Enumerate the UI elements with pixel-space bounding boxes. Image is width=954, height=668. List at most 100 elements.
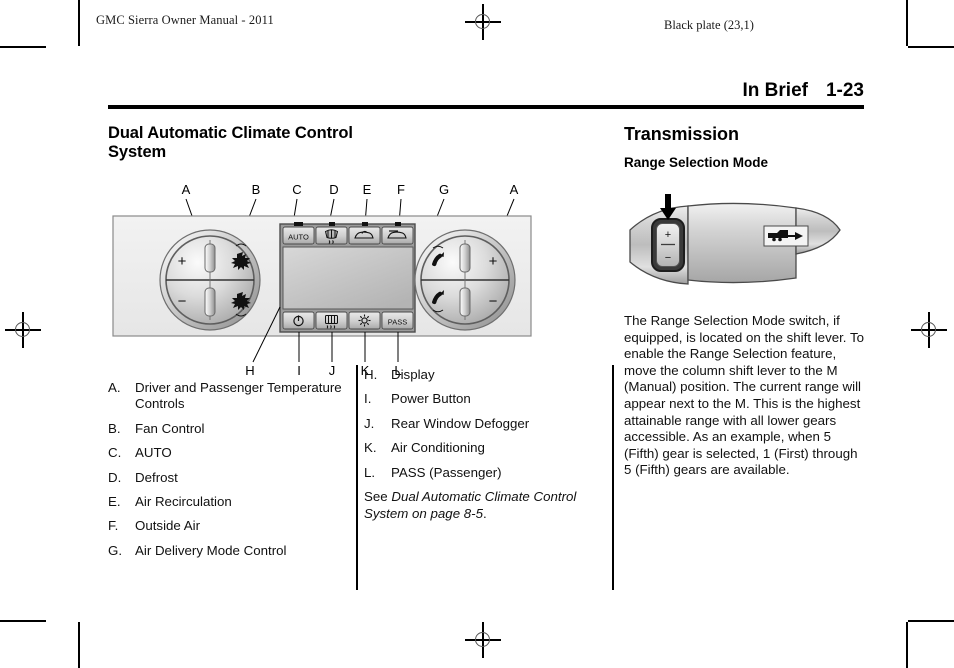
list-item: G. Air Delivery Mode Control xyxy=(108,543,358,559)
svg-text:J: J xyxy=(329,363,336,378)
callout-letters-top: A B C D E F G A xyxy=(182,182,519,197)
legend-letter: J. xyxy=(364,415,375,431)
legend-letter: K. xyxy=(364,440,377,456)
legend-text: Rear Window Defogger xyxy=(391,415,530,431)
crop-mark-bottom-right-vertical xyxy=(906,622,908,668)
list-item: H. Display xyxy=(364,367,614,383)
svg-text:A: A xyxy=(182,182,191,197)
list-item: A. Driver and Passenger Temperature Cont… xyxy=(108,380,358,413)
air-conditioning-button xyxy=(348,311,381,330)
legend-letter: C. xyxy=(108,445,122,461)
page-number: 1-23 xyxy=(825,80,864,101)
crop-mark-top-left-vertical xyxy=(78,0,80,46)
range-selection-switch: + − xyxy=(651,218,685,272)
header-rule xyxy=(108,105,864,109)
power-button xyxy=(282,311,315,330)
registration-mark-bottom xyxy=(465,622,501,658)
climate-control-figure: A B C D E F G A + − AUTO PASS + − H I J … xyxy=(110,180,534,380)
driver-temperature-knob: + − xyxy=(159,229,261,331)
list-item: L. PASS (Passenger) xyxy=(364,465,614,481)
svg-text:A: A xyxy=(510,182,519,197)
list-item: B. Fan Control xyxy=(108,421,358,437)
legend-text: Display xyxy=(391,367,435,382)
legend-letter: F. xyxy=(108,518,119,534)
legend-text: Defrost xyxy=(135,469,178,485)
switch-plus-mark: + xyxy=(665,229,671,241)
climate-legend-right: H. Display I. Power Button J. Rear Windo… xyxy=(364,367,614,481)
shift-lever-figure: + − xyxy=(624,182,864,307)
registration-mark-top xyxy=(465,4,501,40)
crop-mark-bottom-left-horizontal xyxy=(0,620,46,622)
black-plate-note: Black plate (23,1) xyxy=(664,18,754,32)
cross-reference: See Dual Automatic Climate Control Syste… xyxy=(364,489,614,522)
shift-lever-illustration: + − xyxy=(629,194,841,285)
see-target: Dual Automatic Climate Control System on… xyxy=(364,489,577,521)
legend-letter: B. xyxy=(108,420,121,436)
registration-mark-left xyxy=(5,312,41,348)
rear-window-defogger-button xyxy=(315,311,348,330)
svg-text:H: H xyxy=(245,363,254,378)
svg-text:−: − xyxy=(489,293,498,310)
list-item: J. Rear Window Defogger xyxy=(364,416,614,432)
page-header: In Brief 1-23 xyxy=(108,80,864,102)
list-item: C. AUTO xyxy=(108,445,358,461)
page-canvas: GMC Sierra Owner Manual - 2011 Black pla… xyxy=(0,0,954,668)
switch-minus-mark: − xyxy=(665,252,671,264)
left-column: Dual Automatic Climate Control System A … xyxy=(108,124,532,567)
legend-text: Driver and Passenger Temperature Control… xyxy=(135,380,342,412)
svg-text:+: + xyxy=(178,253,187,270)
legend-letter: A. xyxy=(108,380,121,395)
crop-mark-top-left-horizontal xyxy=(0,46,46,48)
list-item: F. Outside Air xyxy=(108,518,358,534)
legend-text: Air Delivery Mode Control xyxy=(135,542,287,558)
svg-text:G: G xyxy=(439,182,449,197)
svg-text:PASS: PASS xyxy=(388,318,407,327)
list-item: I. Power Button xyxy=(364,391,614,407)
crop-mark-bottom-right-horizontal xyxy=(908,620,954,622)
legend-letter: E. xyxy=(108,494,121,510)
section-name: In Brief xyxy=(742,80,808,101)
legend-text: Outside Air xyxy=(135,518,201,534)
right-column: Transmission Range Selection Mode + − Th… xyxy=(624,124,864,479)
range-selection-mode-subheading: Range Selection Mode xyxy=(624,155,769,170)
legend-text: AUTO xyxy=(135,445,172,461)
climate-legend-left: A. Driver and Passenger Temperature Cont… xyxy=(108,380,358,559)
tow-haul-icon xyxy=(763,225,809,247)
list-item: E. Air Recirculation xyxy=(108,494,358,510)
legend-letter: L. xyxy=(364,464,376,480)
legend-letter: H. xyxy=(364,367,378,382)
middle-column: H. Display I. Power Button J. Rear Windo… xyxy=(364,367,614,536)
pass-button: PASS xyxy=(381,311,414,330)
crop-mark-top-right-vertical xyxy=(906,0,908,46)
crop-mark-bottom-left-vertical xyxy=(78,622,80,668)
svg-text:AUTO: AUTO xyxy=(288,233,309,242)
registration-mark-right xyxy=(911,312,947,348)
climate-display xyxy=(282,246,414,310)
svg-text:F: F xyxy=(397,182,405,197)
legend-text: Air Recirculation xyxy=(135,494,232,510)
transmission-heading: Transmission xyxy=(624,124,739,144)
manual-title: GMC Sierra Owner Manual - 2011 xyxy=(96,13,274,27)
list-item: K. Air Conditioning xyxy=(364,440,614,456)
legend-text: Air Conditioning xyxy=(391,440,485,456)
svg-text:E: E xyxy=(363,182,372,197)
svg-text:D: D xyxy=(329,182,338,197)
climate-control-illustration: A B C D E F G A + − AUTO PASS + − H I J … xyxy=(112,182,532,378)
climate-control-heading: Dual Automatic Climate Control System xyxy=(108,124,353,161)
legend-text: Power Button xyxy=(391,391,471,407)
see-prefix: See xyxy=(364,489,392,505)
legend-letter: G. xyxy=(108,542,123,558)
legend-text: PASS (Passenger) xyxy=(391,464,502,480)
legend-letter: D. xyxy=(108,469,122,485)
svg-text:+: + xyxy=(489,253,498,270)
svg-text:B: B xyxy=(252,182,261,197)
svg-text:−: − xyxy=(178,293,187,310)
list-item: D. Defrost xyxy=(108,470,358,486)
see-suffix: . xyxy=(483,505,487,521)
legend-text: Fan Control xyxy=(135,420,205,436)
svg-text:I: I xyxy=(297,363,301,378)
legend-letter: I. xyxy=(364,391,372,407)
svg-text:C: C xyxy=(292,182,301,197)
crop-mark-top-right-horizontal xyxy=(908,46,954,48)
passenger-temperature-knob: + − xyxy=(414,229,516,331)
